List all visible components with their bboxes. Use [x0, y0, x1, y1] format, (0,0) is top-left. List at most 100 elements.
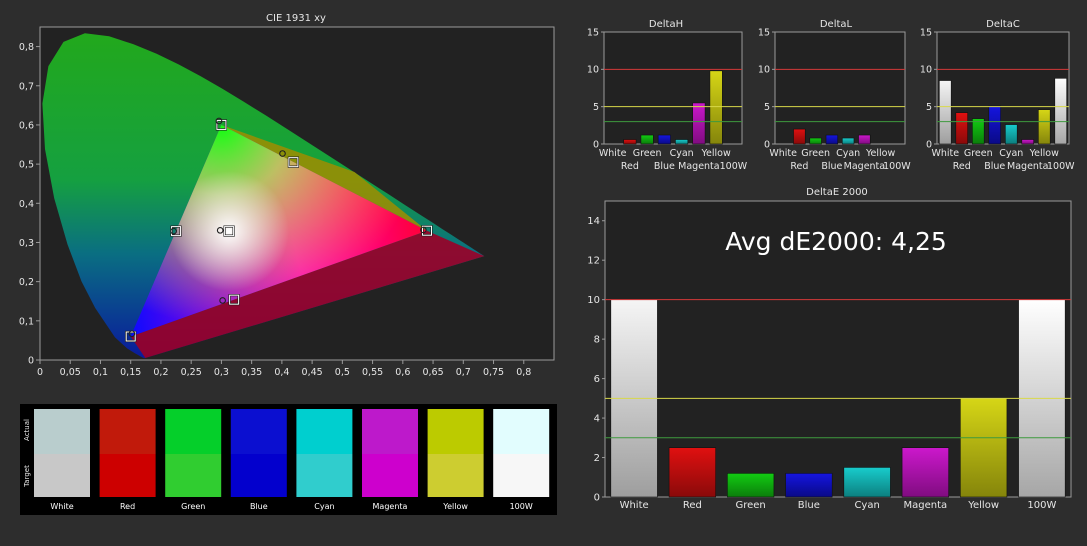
swatch-strip: Actual Target White Red Green Blue Cyan Magen…: [20, 404, 557, 515]
swatch-target-label: Target: [23, 465, 31, 488]
swatch-label: Green: [181, 502, 205, 511]
deltal-category-label: Yellow: [865, 148, 895, 159]
cie-x-tick-label: 0,15: [120, 367, 141, 378]
deltac-category-label: Green: [964, 148, 993, 159]
deltae-y-tick-label: 2: [594, 453, 600, 464]
swatch-label: Magenta: [373, 502, 408, 511]
deltah-bar-blue: [657, 134, 671, 145]
deltah-y-tick-label: 15: [587, 27, 599, 38]
deltae-title: DeltaE 2000: [806, 187, 868, 198]
deltal-category-label: Red: [790, 161, 808, 172]
deltae-bar-red: [668, 447, 716, 498]
deltal-category-label: Magenta: [844, 161, 885, 172]
deltal-category-label: 100W: [883, 161, 911, 172]
deltae-category-label: Green: [735, 500, 765, 511]
deltal-bar-green: [809, 137, 822, 145]
cie-x-tick-label: 0,05: [60, 367, 81, 378]
deltah-bar-green: [640, 134, 654, 145]
deltac-y-tick-label: 5: [926, 102, 932, 113]
swatch-actual-green: [165, 409, 222, 454]
deltae-bar-cyan: [843, 467, 891, 498]
deltae-y-tick-label: 8: [594, 335, 600, 346]
deltac-bar-white: [939, 80, 952, 145]
deltal-y-tick-label: 10: [758, 65, 770, 76]
deltah-category-label: Cyan: [670, 148, 694, 159]
swatch-target-green: [165, 454, 222, 497]
deltac-category-label: Cyan: [999, 148, 1023, 159]
cie-y-tick-label: 0,2: [19, 277, 34, 288]
deltal-bar-cyan: [841, 137, 855, 145]
cie-y-tick-label: 0,7: [19, 81, 34, 92]
swatch-actual-blue: [230, 409, 287, 454]
deltal-category-label: White: [769, 148, 797, 159]
swatch-label: Yellow: [442, 502, 468, 511]
swatch-label: Red: [120, 502, 135, 511]
cie-chart-title: CIE 1931 xy: [266, 13, 326, 24]
deltal-title: DeltaL: [820, 19, 853, 30]
deltae-y-tick-label: 12: [587, 256, 600, 267]
deltae-category-label: White: [620, 500, 649, 511]
deltac-y-tick-label: 15: [920, 27, 932, 38]
swatch-label: White: [50, 502, 73, 511]
cie-chart: CIE 1931 xy 0 0,05 0,1 0,15 0,2 0,25 0,3 0,35 0,…: [19, 13, 555, 378]
cie-x-tick-label: 0,6: [395, 367, 410, 378]
deltae-bar-magenta: [901, 447, 949, 498]
swatch-actual-100w: [493, 409, 550, 454]
deltac-category-label: Yellow: [1029, 148, 1059, 159]
cie-x-tick-label: 0,75: [483, 367, 504, 378]
swatch-target-blue: [230, 454, 287, 497]
cie-y-tick-label: 0,1: [19, 316, 34, 327]
deltae-bar-yellow: [960, 398, 1008, 498]
deltac-category-label: White: [931, 148, 959, 159]
deltac-bar-yellow: [1038, 109, 1051, 145]
deltah-y-tick-label: 5: [593, 102, 599, 113]
cie-x-tick-label: 0,25: [181, 367, 202, 378]
deltah-bar-red: [623, 139, 637, 145]
deltae-category-label: 100W: [1027, 500, 1056, 511]
deltal-y-tick-label: 15: [758, 27, 770, 38]
deltae-category-label: Yellow: [967, 500, 999, 511]
cie-x-tick-label: 0,8: [516, 367, 531, 378]
swatch-label: Blue: [250, 502, 268, 511]
cie-x-ticks: 0 0,05 0,1 0,15 0,2 0,25 0,3 0,35 0,4 0,45 0,5 0,55…: [37, 360, 531, 378]
swatch-target-100w: [493, 454, 550, 497]
cie-x-tick-label: 0,45: [302, 367, 323, 378]
deltah-bar-cyan: [675, 139, 689, 145]
deltal-plot-area: [774, 31, 906, 145]
deltah-category-label: Red: [621, 161, 639, 172]
deltah-category-label: White: [599, 148, 627, 159]
cie-x-tick-label: 0,2: [153, 367, 168, 378]
deltac-bar-magenta: [1021, 139, 1034, 145]
deltae-y-tick-label: 0: [594, 493, 600, 504]
deltal-category-label: Cyan: [836, 148, 860, 159]
swatch-actual-white: [34, 409, 90, 454]
swatch-actual-magenta: [362, 409, 418, 454]
deltal-chart: DeltaL 051015WhiteRedGreenBlueCyanMagent…: [758, 19, 911, 172]
cie-x-tick-label: 0,35: [241, 367, 262, 378]
deltae-y-tick-label: 4: [594, 414, 600, 425]
deltah-category-label: Green: [633, 148, 662, 159]
deltal-category-label: Blue: [821, 161, 842, 172]
deltac-bar-red: [955, 112, 968, 145]
deltae-category-label: Blue: [798, 500, 820, 511]
swatch-target-magenta: [362, 454, 418, 497]
cie-y-tick-label: 0,4: [19, 199, 34, 210]
deltah-bar-yellow: [709, 70, 723, 145]
deltac-y-tick-label: 10: [920, 65, 932, 76]
swatch-target-white: [34, 454, 90, 497]
deltal-y-tick-label: 5: [764, 102, 770, 113]
cie-x-tick-label: 0,3: [214, 367, 229, 378]
deltah-category-label: Magenta: [678, 161, 719, 172]
deltac-chart: DeltaC 051015WhiteRedGreenBlueCyanMagent…: [920, 19, 1075, 172]
deltal-category-label: Green: [801, 148, 830, 159]
colorimetry-report: CIE 1931 xy 0 0,05 0,1 0,15 0,2 0,25 0,3 0,35 0,…: [19, 13, 1075, 515]
deltac-bar-blue: [988, 105, 1001, 145]
deltah-category-label: Yellow: [701, 148, 731, 159]
cie-x-tick-label: 0,7: [456, 367, 471, 378]
deltah-y-tick-label: 10: [587, 65, 599, 76]
deltae-category-label: Red: [683, 500, 702, 511]
deltac-bar-green: [972, 118, 985, 145]
cie-x-tick-label: 0,1: [93, 367, 108, 378]
swatch-target-red: [99, 454, 156, 497]
cie-y-tick-label: 0,5: [19, 160, 34, 171]
